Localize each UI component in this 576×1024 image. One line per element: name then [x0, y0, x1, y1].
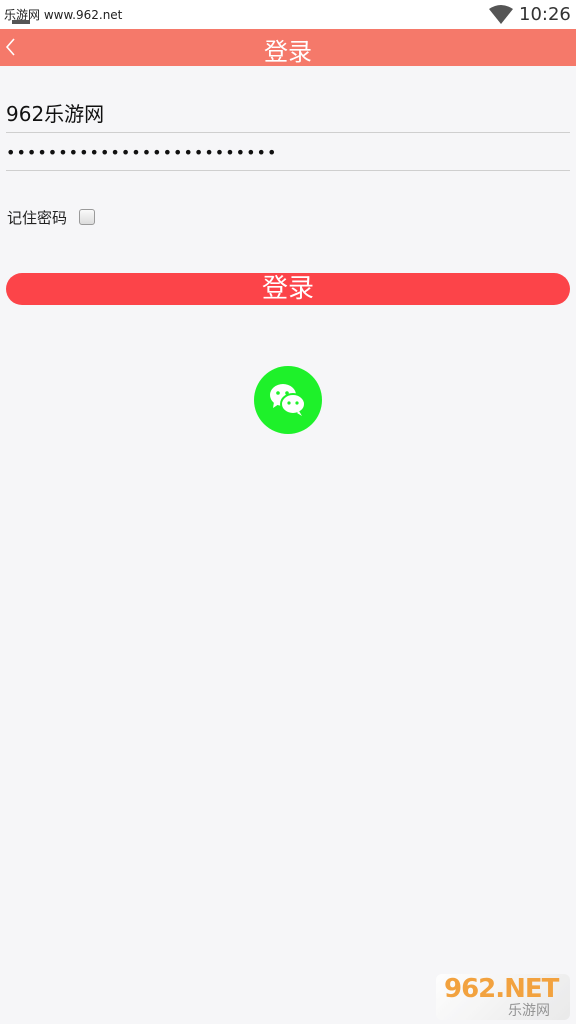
password-field[interactable]	[6, 137, 570, 171]
watermark-sub: 乐游网	[508, 1003, 550, 1019]
wechat-login-button[interactable]	[254, 366, 322, 434]
page-title: 登录	[264, 38, 312, 66]
status-bar: 乐游网 www.962.net 10:26	[0, 0, 576, 29]
wechat-icon	[270, 384, 306, 416]
login-button[interactable]: 登录	[6, 273, 570, 305]
status-time: 10:26	[519, 4, 571, 25]
notification-icon	[12, 20, 30, 24]
remember-password-checkbox[interactable]	[79, 209, 95, 225]
site-watermark: 962.NET 乐游网	[436, 974, 570, 1020]
username-field[interactable]	[6, 97, 570, 133]
username-input[interactable]	[6, 97, 570, 132]
app-header: 登录	[0, 29, 576, 66]
remember-password-label: 记住密码	[7, 209, 68, 227]
password-input[interactable]	[6, 137, 570, 167]
wifi-icon	[489, 5, 513, 24]
